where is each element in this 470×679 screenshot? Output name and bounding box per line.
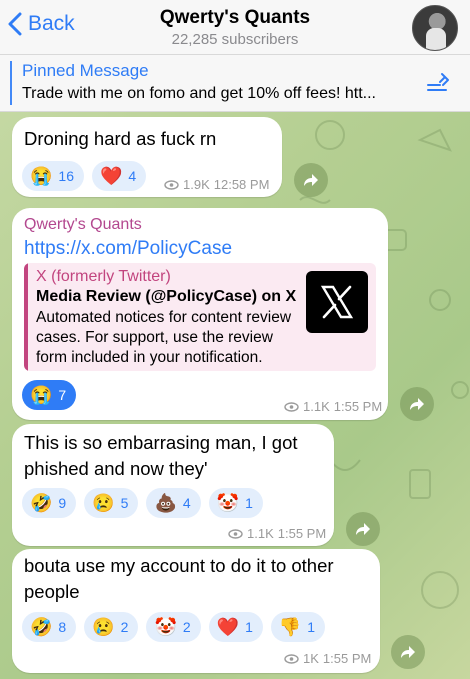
reaction-chip[interactable]: ❤️ 1 <box>208 612 263 642</box>
views-eye-icon <box>164 179 179 190</box>
message-meta: 1.1K 1:55 PM <box>284 399 382 414</box>
reaction-chip[interactable]: 🤡 1 <box>208 488 263 518</box>
reaction-chip[interactable]: 🤣 9 <box>22 488 77 518</box>
reaction-emoji: 💩 <box>154 493 177 513</box>
channel-title[interactable]: Qwerty's Quants <box>0 7 470 29</box>
message-link[interactable]: https://x.com/PolicyCase <box>24 238 232 260</box>
view-count: 1.1K <box>247 526 274 541</box>
message-time: 12:58 PM <box>213 177 270 192</box>
share-arrow-icon <box>401 646 415 658</box>
share-button[interactable] <box>400 387 434 421</box>
reaction-chip[interactable]: 😢 5 <box>84 488 139 518</box>
reaction-emoji: 🤣 <box>30 493 53 513</box>
share-button[interactable] <box>391 635 425 669</box>
view-count: 1.1K <box>303 399 330 414</box>
message-text-line: people <box>24 581 80 602</box>
views-eye-icon <box>284 401 299 412</box>
reaction-emoji: 👎 <box>278 617 302 637</box>
message-text-line: phished and now they' <box>24 458 208 479</box>
pinned-indicator <box>10 61 12 105</box>
message-bubble[interactable]: Droning hard as fuck rn 😭 16 ❤️ 4 1.9K 1… <box>12 117 282 197</box>
preview-description: Automated notices for content review cas… <box>36 309 292 366</box>
reaction-count: 8 <box>58 619 67 635</box>
view-count: 1.9K <box>183 177 210 192</box>
view-count: 1K <box>303 651 319 666</box>
pinned-message-bar[interactable]: Pinned Message Trade with me on fomo and… <box>0 55 470 112</box>
reaction-chip[interactable]: 🤡 2 <box>146 612 201 642</box>
message-text: Droning hard as fuck rn <box>24 128 217 149</box>
message-text-line: This is so embarrasing man, I got <box>24 432 298 453</box>
reaction-count: 9 <box>58 495 67 511</box>
share-arrow-icon <box>410 398 424 410</box>
reaction-count: 1 <box>307 619 316 635</box>
reaction-chip[interactable]: 🤣 8 <box>22 612 77 642</box>
preview-title: Media Review (@PolicyCase) on X <box>36 288 297 305</box>
sender-name[interactable]: Qwerty's Quants <box>24 216 142 234</box>
x-logo-thumbnail <box>306 271 368 333</box>
reaction-count: 4 <box>182 495 191 511</box>
reaction-emoji: ❤️ <box>100 166 123 186</box>
message-bubble[interactable]: Qwerty's Quants https://x.com/PolicyCase… <box>12 208 388 420</box>
message-time: 1:55 PM <box>322 651 372 666</box>
reaction-count: 7 <box>58 387 67 403</box>
reaction-emoji: 😭 <box>30 166 53 186</box>
reaction-count: 5 <box>120 495 129 511</box>
reaction-chip-selected[interactable]: 😭 7 <box>22 380 77 410</box>
share-button[interactable] <box>346 512 380 546</box>
reaction-chip[interactable]: ❤️ 4 <box>92 161 147 191</box>
pinned-title: Pinned Message <box>22 61 149 80</box>
reaction-count: 4 <box>128 168 137 184</box>
reaction-emoji: 🤡 <box>154 617 177 637</box>
channel-avatar[interactable] <box>412 5 458 51</box>
reaction-emoji: ❤️ <box>216 617 240 637</box>
message-text-line: bouta use my account to do it to other <box>24 555 334 576</box>
share-button[interactable] <box>294 163 328 197</box>
views-eye-icon <box>284 653 299 664</box>
share-arrow-icon <box>304 174 318 186</box>
x-logo-icon <box>320 285 354 319</box>
channel-header: Back Qwerty's Quants 22,285 subscribers <box>0 0 470 55</box>
message-meta: 1K 1:55 PM <box>284 651 371 666</box>
reaction-count: 2 <box>120 619 129 635</box>
reaction-chip[interactable]: 👎 1 <box>270 612 326 642</box>
reaction-count: 1 <box>245 619 253 635</box>
reaction-emoji: 😢 <box>92 493 115 513</box>
reaction-count: 16 <box>58 168 74 184</box>
reaction-emoji: 🤣 <box>30 617 53 637</box>
reaction-chip[interactable]: 😢 2 <box>84 612 139 642</box>
message-time: 1:55 PM <box>333 399 383 414</box>
subscriber-count: 22,285 subscribers <box>171 31 299 48</box>
link-preview[interactable]: X (formerly Twitter) Media Review (@Poli… <box>24 263 376 371</box>
share-arrow-icon <box>356 523 370 535</box>
pinned-text: Trade with me on fomo and get 10% off fe… <box>22 85 376 102</box>
message-meta: 1.1K 1:55 PM <box>228 526 326 541</box>
message-meta: 1.9K 12:58 PM <box>164 177 269 192</box>
message-time: 1:55 PM <box>277 526 327 541</box>
message-bubble[interactable]: This is so embarrasing man, I got phishe… <box>12 424 334 546</box>
pinned-list-icon[interactable] <box>426 71 452 95</box>
reaction-emoji: 😢 <box>92 617 115 637</box>
reaction-count: 1 <box>245 495 253 511</box>
preview-accent-bar <box>24 263 28 371</box>
reaction-chip[interactable]: 💩 4 <box>146 488 201 518</box>
message-bubble[interactable]: bouta use my account to do it to other p… <box>12 549 380 673</box>
reaction-count: 2 <box>182 619 191 635</box>
preview-site-name: X (formerly Twitter) <box>36 268 171 285</box>
reaction-chip[interactable]: 😭 16 <box>22 161 84 191</box>
reaction-emoji: 🤡 <box>216 493 240 513</box>
reaction-emoji: 😭 <box>30 385 53 405</box>
views-eye-icon <box>228 528 243 539</box>
